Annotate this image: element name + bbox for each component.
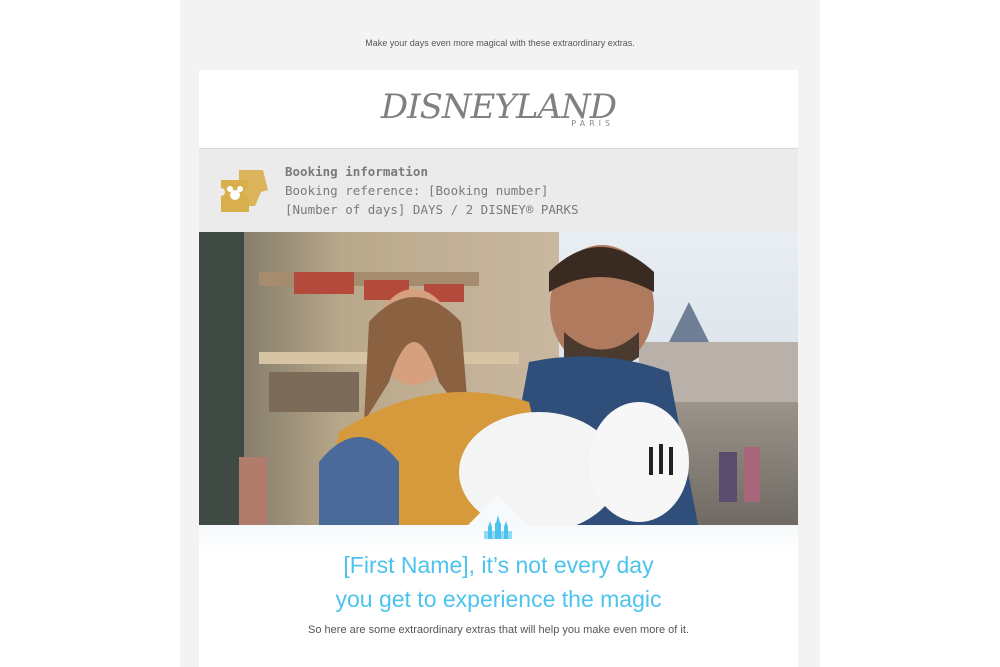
castle-icon [484, 515, 512, 539]
castle-divider [199, 515, 798, 552]
hero-photo [199, 232, 798, 525]
preheader-text: Make your days even more magical with th… [365, 38, 635, 48]
booking-title: Booking information [285, 164, 428, 179]
logo-sub-text: PARIS [571, 119, 615, 128]
headline-line-2: you get to experience the magic [335, 586, 662, 612]
email-page: Make your days even more magical with th… [0, 0, 1000, 667]
subline-text: So here are some extraordinary extras th… [308, 624, 689, 636]
disneyland-paris-logo[interactable]: DISNEYLAND PARIS [381, 90, 617, 128]
logo-header: DISNEYLAND PARIS [199, 70, 798, 149]
booking-days: [Number of days] DAYS / 2 DISNEY® PARKS [285, 202, 579, 217]
headline-line-1: [First Name], it’s not every day [343, 552, 654, 578]
booking-reference: Booking reference: [Booking number] [285, 183, 549, 198]
booking-text: Booking information Booking reference: [… [285, 162, 579, 219]
hero-image[interactable] [199, 232, 798, 525]
booking-info-bar: Booking information Booking reference: [… [199, 149, 798, 232]
ticket-icon [221, 169, 268, 212]
email-card: DISNEYLAND PARIS Booking information Boo… [199, 70, 798, 667]
headline: [First Name], it’s not every day you get… [199, 548, 798, 616]
